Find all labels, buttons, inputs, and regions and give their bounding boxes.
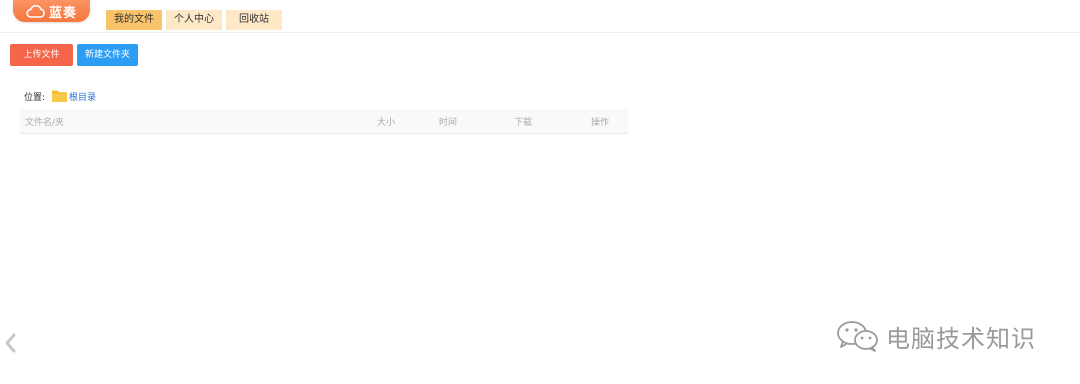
column-actions: 操作	[591, 118, 610, 128]
cloud-icon	[26, 4, 45, 18]
folder-icon	[52, 90, 68, 102]
breadcrumb: 位置: 根目录	[24, 89, 96, 103]
root-directory-link[interactable]: 根目录	[69, 90, 96, 103]
top-navigation-bar: 蓝奏 我的文件 个人中心 回收站	[0, 0, 1080, 33]
location-label: 位置:	[24, 92, 46, 103]
logo-text: 蓝奏	[48, 5, 77, 21]
tab-personal-center[interactable]: 个人中心	[166, 10, 222, 30]
column-downloads: 下载	[514, 118, 533, 128]
new-folder-button[interactable]: 新建文件夹	[77, 44, 138, 66]
watermark: 电脑技术知识	[836, 318, 1036, 354]
tab-my-files[interactable]: 我的文件	[106, 10, 162, 30]
column-size[interactable]: 大小	[377, 115, 395, 128]
file-table-header: 文件名/夹 大小 时间 下载 操作	[20, 109, 628, 134]
tab-recycle-bin[interactable]: 回收站	[226, 10, 282, 30]
chevron-left-icon[interactable]	[3, 332, 19, 354]
wechat-icon	[837, 321, 878, 352]
watermark-text: 电脑技术知识	[886, 324, 1036, 353]
app-logo[interactable]: 蓝奏	[13, 0, 90, 22]
upload-file-button[interactable]: 上传文件	[10, 44, 73, 66]
column-filename[interactable]: 文件名/夹	[25, 115, 64, 128]
column-time[interactable]: 时间	[439, 115, 457, 128]
